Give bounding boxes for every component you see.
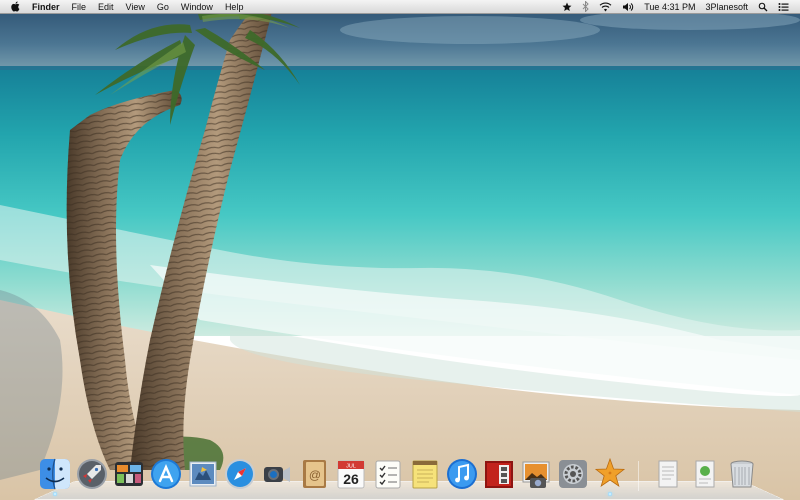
- menu-bar: Finder File Edit View Go Window Help Tue…: [0, 0, 800, 14]
- bluetooth-icon[interactable]: [577, 1, 594, 12]
- calendar-icon[interactable]: JUL 26: [335, 458, 367, 490]
- desktop-wallpaper: [0, 0, 800, 500]
- itunes-icon[interactable]: [446, 458, 478, 490]
- safari-icon[interactable]: [224, 458, 256, 490]
- user-name[interactable]: 3Planesoft: [700, 0, 753, 14]
- menu-help[interactable]: Help: [219, 0, 250, 14]
- star-icon[interactable]: [557, 2, 577, 12]
- trash-icon[interactable]: [726, 458, 758, 490]
- photo-booth-icon[interactable]: [483, 458, 515, 490]
- address-book-icon[interactable]: @: [298, 458, 330, 490]
- wifi-icon[interactable]: [594, 1, 617, 12]
- downloads-stack-icon[interactable]: [689, 458, 721, 490]
- menu-view[interactable]: View: [120, 0, 151, 14]
- iphoto-icon[interactable]: [520, 458, 552, 490]
- dock-separator: [638, 461, 639, 491]
- mail-icon[interactable]: [187, 458, 219, 490]
- menu-file[interactable]: File: [66, 0, 93, 14]
- notes-icon[interactable]: [409, 458, 441, 490]
- volume-icon[interactable]: [617, 2, 639, 12]
- calendar-date: 26: [343, 471, 359, 487]
- menu-window[interactable]: Window: [175, 0, 219, 14]
- reminders-icon[interactable]: [372, 458, 404, 490]
- launchpad-icon[interactable]: [76, 458, 108, 490]
- svg-text:@: @: [308, 468, 320, 482]
- menu-bar-left: Finder File Edit View Go Window Help: [0, 0, 249, 14]
- finder-icon[interactable]: [39, 458, 71, 496]
- running-indicator: [52, 492, 57, 496]
- mission-control-icon[interactable]: [113, 458, 145, 490]
- menu-edit[interactable]: Edit: [92, 0, 120, 14]
- menu-go[interactable]: Go: [151, 0, 175, 14]
- documents-stack-icon[interactable]: [652, 458, 684, 490]
- running-indicator: [607, 492, 612, 496]
- app-store-icon[interactable]: [150, 458, 182, 490]
- notification-center-icon[interactable]: [773, 2, 794, 12]
- menu-bar-status: Tue 4:31 PM 3Planesoft: [557, 0, 800, 14]
- menu-app-finder[interactable]: Finder: [28, 0, 66, 14]
- clock[interactable]: Tue 4:31 PM: [639, 0, 700, 14]
- starfish-icon[interactable]: [594, 458, 626, 496]
- dock: @ JUL 26: [36, 452, 760, 496]
- facetime-icon[interactable]: [261, 458, 293, 490]
- calendar-month: JUL: [346, 464, 356, 470]
- system-preferences-icon[interactable]: [557, 458, 589, 490]
- apple-menu-icon[interactable]: [10, 1, 20, 13]
- spotlight-search-icon[interactable]: [753, 2, 773, 12]
